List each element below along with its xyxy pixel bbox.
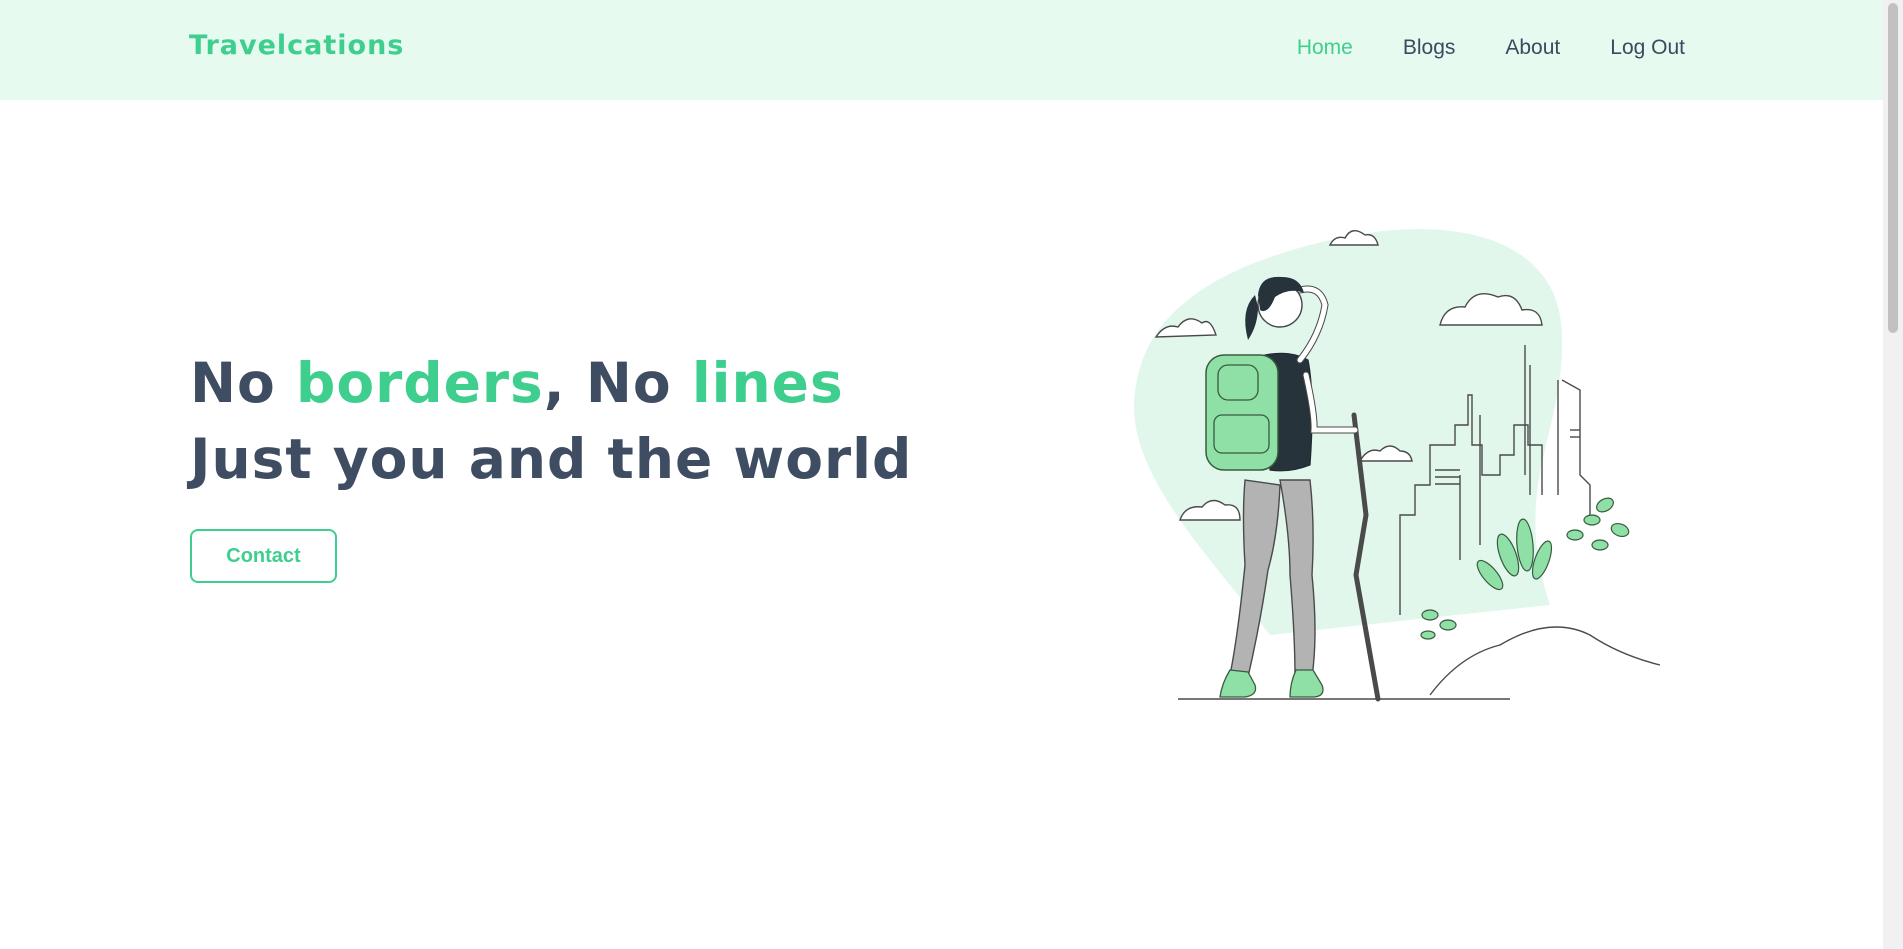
hiker-illustration [1133,229,1661,702]
nav-links: Home Blogs About Log Out [1297,36,1685,60]
hero-title: No borders, No lines Just you and the wo… [190,345,912,497]
nav-about-link[interactable]: About [1505,36,1560,60]
nav-home-link[interactable]: Home [1297,36,1353,60]
nav-logout-link[interactable]: Log Out [1610,36,1685,60]
hero-accent-word: borders [295,351,544,415]
hero-text: , No [543,351,692,415]
navbar: Travelcations Home Blogs About Log Out [0,0,1883,100]
scrollbar-thumb[interactable] [1888,3,1898,333]
hero-line-1: No borders, No lines [190,351,844,415]
hero-accent-word: lines [691,351,844,415]
hero-text: No [190,351,296,415]
nav-blogs-link[interactable]: Blogs [1403,36,1456,60]
contact-button[interactable]: Contact [190,529,337,583]
page-scrollbar[interactable] [1883,0,1903,949]
hero-line-2: Just you and the world [190,427,913,491]
brand-logo[interactable]: Travelcations [189,30,404,61]
